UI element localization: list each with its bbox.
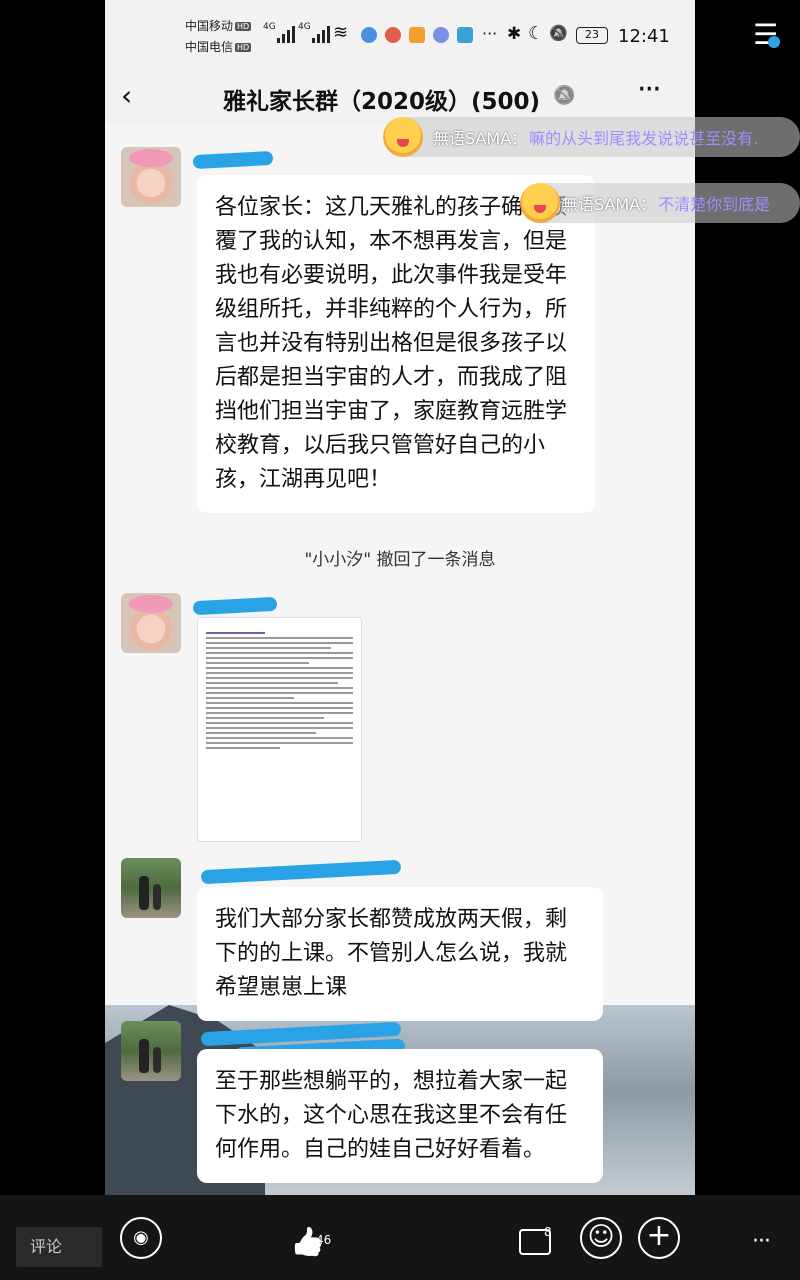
sound-icon[interactable]: ◉ (120, 1217, 162, 1259)
network-type-1: 4G (263, 22, 276, 32)
avatar[interactable] (121, 858, 181, 918)
emoji-icon[interactable]: ☺ (580, 1217, 622, 1259)
clock: 12:41 (618, 26, 670, 47)
message-bubble[interactable]: 各位家长：这几天雅礼的孩子确实颠覆了我的认知，本不想再发言，但是我也有必要说明，… (197, 175, 595, 513)
emoji-face-icon (383, 117, 423, 157)
comment-count: 8 (544, 1225, 552, 1239)
comment-input[interactable]: 评论 (16, 1227, 102, 1267)
chat-title: 雅礼家长群（2020级）(500) (223, 89, 541, 115)
wifi-icon: ≋ (333, 22, 349, 43)
emoji-face-icon (520, 183, 560, 223)
cloud-app-icon (361, 27, 377, 43)
signal-icon-2 (312, 25, 330, 43)
image-message[interactable] (197, 617, 362, 842)
status-bar: 中国移动 HD 中国电信 HD 4G 4G ≋ ··· ✱ ☾ 🔕 23 12:41 (105, 0, 695, 70)
battery-indicator: 23 (576, 27, 608, 44)
more-options-icon[interactable]: ··· (637, 72, 662, 107)
carrier-1: 中国移动 HD (185, 19, 252, 33)
mute-bell-icon: 🔕 (553, 85, 576, 106)
app-icon-red (385, 27, 401, 43)
redacted-name (192, 150, 274, 170)
app-icon-orange (409, 27, 425, 43)
back-icon[interactable]: ‹ (121, 82, 132, 110)
moon-icon: ☾ (528, 23, 545, 44)
signal-icon-1 (277, 25, 295, 43)
danmaku-user: 無语SAMA： (433, 129, 528, 148)
bell-off-icon: 🔕 (549, 24, 568, 42)
avatar[interactable] (121, 1021, 181, 1081)
danmaku-user: 無语SAMA： (562, 195, 657, 214)
left-letterbox (0, 0, 105, 1280)
danmaku-comment: 無语SAMA： 不清楚你到底是 (520, 183, 800, 223)
more-options-icon[interactable]: ··· (752, 1229, 771, 1254)
music-app-icon (433, 27, 449, 43)
network-type-2: 4G (298, 22, 311, 32)
redacted-name (192, 596, 278, 616)
bluetooth-icon: ✱ (507, 24, 522, 44)
like-count: 46 (316, 1233, 332, 1247)
recall-notice: "小小汐" 撤回了一条消息 (304, 550, 496, 570)
bottom-action-bar: 评论 ◉ 👍 46 8 ☺ + ··· (0, 1195, 800, 1280)
verified-badge-icon (768, 36, 780, 48)
chat-area[interactable]: 各位家长：这几天雅礼的孩子确实颠覆了我的认知，本不想再发言，但是我也有必要说明，… (105, 125, 695, 1195)
danmaku-text: 嘛的从头到尾我发说说甚至没有. (529, 129, 759, 148)
avatar[interactable] (121, 147, 181, 207)
message-bubble[interactable]: 我们大部分家长都赞成放两天假，剩下的的上课。不管别人怎么说，我就希望崽崽上课 (197, 887, 603, 1021)
danmaku-comment: 無语SAMA： 嘛的从头到尾我发说说甚至没有. (383, 117, 800, 157)
message-bubble[interactable]: 至于那些想躺平的，想拉着大家一起下水的，这个心思在我这里不会有任何作用。自己的娃… (197, 1049, 603, 1183)
search-app-icon (457, 27, 473, 43)
redacted-name (200, 859, 402, 885)
more-status-icon: ··· (482, 24, 498, 43)
danmaku-text: 不清楚你到底是 (658, 195, 771, 214)
add-icon[interactable]: + (638, 1217, 680, 1259)
avatar[interactable] (121, 593, 181, 653)
carrier-2: 中国电信 HD (185, 40, 252, 54)
